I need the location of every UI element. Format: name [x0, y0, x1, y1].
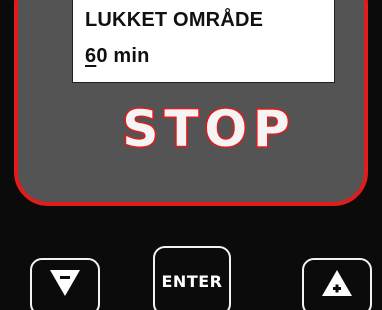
- up-button[interactable]: [302, 258, 372, 310]
- enter-button-label: ENTER: [161, 272, 223, 291]
- lcd-cursor-digit: 6: [85, 45, 97, 67]
- lcd-line-2: 60 min: [85, 45, 150, 68]
- enter-button[interactable]: ENTER: [153, 246, 231, 310]
- control-unit: LUKKET OMRÅDE 60 min STOP ENTER: [0, 0, 382, 310]
- triangle-up-plus-icon: [322, 270, 352, 296]
- lcd-screen: LUKKET OMRÅDE 60 min: [72, 0, 335, 83]
- lcd-line-2-rest: 0 min: [96, 45, 150, 67]
- display-panel: LUKKET OMRÅDE 60 min STOP: [14, 0, 368, 206]
- lcd-line-1: LUKKET OMRÅDE: [85, 9, 264, 31]
- stop-status-label: STOP: [121, 99, 296, 160]
- down-button[interactable]: [30, 258, 100, 310]
- triangle-down-minus-icon: [50, 270, 80, 296]
